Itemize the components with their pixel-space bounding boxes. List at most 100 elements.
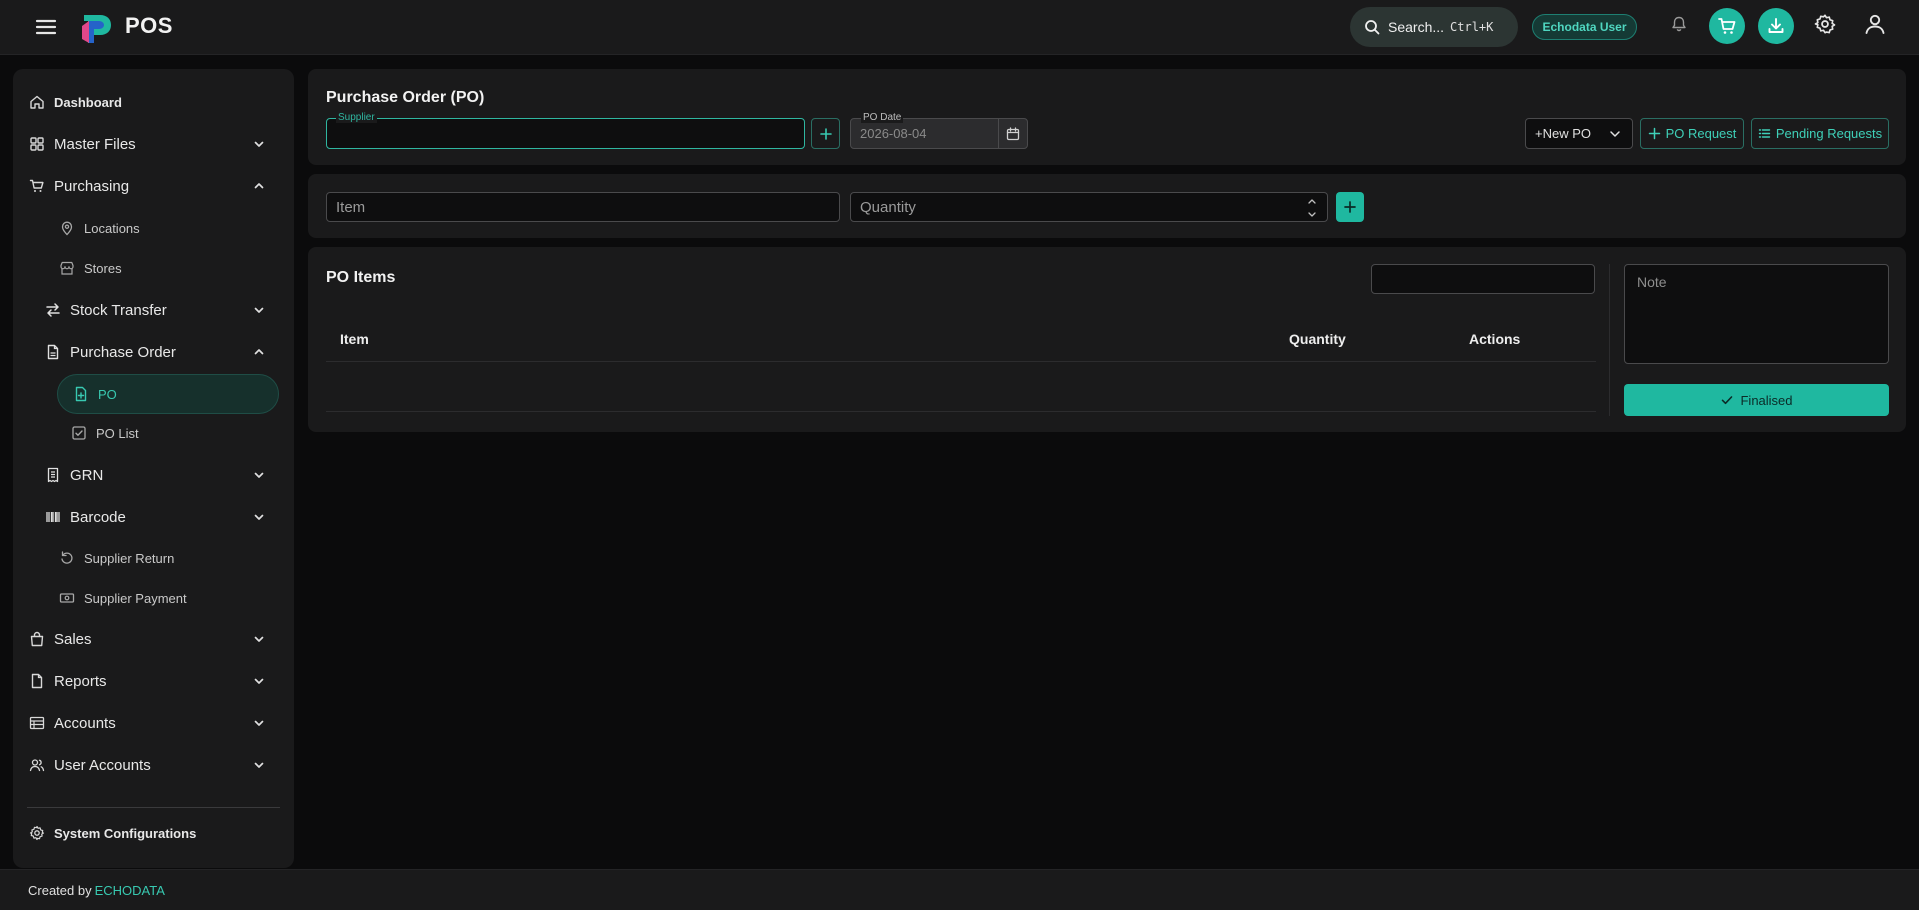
footer-brand-link[interactable]: ECHODATA (95, 883, 165, 898)
sidebar-item-barcode[interactable]: Barcode (45, 502, 266, 532)
new-po-select[interactable]: +New PO (1525, 118, 1633, 149)
plus-icon (1648, 127, 1661, 140)
sidebar-item-stores[interactable]: Stores (59, 254, 122, 282)
sidebar-item-label: GRN (70, 466, 104, 484)
footer-created-by: Created by (28, 882, 92, 898)
chevron-down-icon (252, 716, 266, 730)
download-button[interactable] (1758, 8, 1794, 44)
check-icon (1720, 393, 1734, 407)
users-icon (29, 757, 45, 773)
search-label: Search... (1388, 19, 1445, 35)
sidebar-item-label: Accounts (54, 714, 116, 732)
column-header-actions: Actions (1469, 331, 1521, 347)
sidebar-item-label: Stock Transfer (70, 301, 167, 319)
sidebar-item-sales[interactable]: Sales (29, 624, 266, 654)
sidebar-item-supplier-payment[interactable]: Supplier Payment (59, 584, 187, 612)
gear-icon (29, 825, 45, 841)
sidebar-item-label: Locations (84, 220, 140, 236)
chevron-down-icon (252, 468, 266, 482)
add-item-button[interactable] (1336, 192, 1364, 222)
stepper-icon[interactable] (1307, 196, 1317, 220)
receipt-icon (45, 467, 61, 483)
chevron-down-icon (252, 303, 266, 317)
item-input[interactable]: Item (326, 192, 840, 222)
note-textarea[interactable]: Note (1624, 264, 1889, 364)
sidebar-item-reports[interactable]: Reports (29, 666, 266, 696)
po-request-button[interactable]: PO Request (1640, 118, 1744, 149)
panel-divider (1609, 264, 1610, 416)
pending-requests-button[interactable]: Pending Requests (1751, 118, 1889, 149)
file-icon (29, 673, 45, 689)
global-search[interactable]: Search... Ctrl+K (1350, 7, 1518, 47)
sidebar-item-supplier-return[interactable]: Supplier Return (59, 544, 174, 572)
note-placeholder: Note (1637, 274, 1667, 290)
bell-icon[interactable] (1670, 15, 1688, 33)
ledger-icon (29, 715, 45, 731)
sidebar-item-grn[interactable]: GRN (45, 460, 266, 490)
po-date-label: PO Date (861, 112, 904, 123)
table-header-divider (326, 361, 1596, 362)
map-pin-icon (59, 220, 75, 236)
chevron-up-icon (252, 179, 266, 193)
chevron-down-icon (252, 632, 266, 646)
checkbox-icon (71, 425, 87, 441)
gear-icon[interactable] (1814, 13, 1836, 35)
sidebar-item-po[interactable]: PO (73, 380, 117, 408)
table-bottom-divider (326, 411, 1596, 412)
sidebar-item-label: Supplier Payment (84, 590, 187, 606)
page-title: Purchase Order (PO) (326, 89, 485, 106)
list-icon (1758, 127, 1771, 140)
column-header-item: Item (340, 331, 369, 347)
chevron-down-icon (252, 758, 266, 772)
po-header-card (308, 69, 1906, 165)
barcode-icon (45, 509, 61, 525)
pending-requests-label: Pending Requests (1775, 126, 1883, 141)
chevron-up-icon (252, 345, 266, 359)
pos-logo-icon (80, 12, 114, 44)
grid-icon (29, 136, 45, 152)
chevron-down-icon (252, 674, 266, 688)
sidebar-item-label: PO List (96, 425, 139, 441)
sidebar-item-po-list[interactable]: PO List (71, 419, 139, 447)
supplier-label: Supplier (336, 112, 377, 123)
transfer-icon (45, 302, 61, 318)
chevron-down-icon (252, 510, 266, 524)
quantity-placeholder: Quantity (860, 198, 916, 216)
cart-icon (29, 178, 45, 194)
column-header-quantity: Quantity (1289, 331, 1346, 347)
sidebar-item-dashboard[interactable]: Dashboard (29, 87, 122, 117)
po-request-label: PO Request (1665, 126, 1737, 141)
chevron-down-icon (1608, 127, 1622, 141)
po-items-search-input[interactable] (1371, 264, 1595, 294)
sidebar-item-label: Stores (84, 260, 122, 276)
user-icon[interactable] (1863, 12, 1887, 36)
quantity-input[interactable]: Quantity (850, 192, 1328, 222)
sidebar-item-locations[interactable]: Locations (59, 214, 140, 242)
sidebar-item-purchase-order[interactable]: Purchase Order (45, 337, 266, 367)
sidebar-item-system-configurations[interactable]: System Configurations (29, 818, 196, 848)
sidebar-item-label: Purchase Order (70, 343, 176, 361)
store-icon (59, 260, 75, 276)
sidebar-divider (27, 807, 280, 808)
sidebar-item-label: Sales (54, 630, 92, 648)
plus-icon (819, 127, 833, 141)
new-po-label: +New PO (1535, 126, 1591, 141)
sidebar-item-accounts[interactable]: Accounts (29, 708, 266, 738)
download-icon (1766, 16, 1786, 36)
add-supplier-button[interactable] (811, 118, 840, 149)
sidebar-item-label: Master Files (54, 135, 136, 153)
menu-icon[interactable] (34, 15, 58, 39)
sidebar-item-label: Dashboard (54, 94, 122, 110)
calendar-icon[interactable] (998, 119, 1027, 148)
sidebar-item-purchasing[interactable]: Purchasing (29, 171, 266, 201)
sidebar-item-user-accounts[interactable]: User Accounts (29, 750, 266, 780)
supplier-field[interactable] (326, 118, 805, 149)
cart-button[interactable] (1709, 8, 1745, 44)
sidebar-item-stock-transfer[interactable]: Stock Transfer (45, 295, 266, 325)
sidebar-item-master-files[interactable]: Master Files (29, 129, 266, 159)
item-placeholder: Item (336, 198, 366, 216)
finalised-button[interactable]: Finalised (1624, 384, 1889, 416)
user-badge[interactable]: Echodata User (1532, 14, 1637, 40)
plus-icon (1343, 200, 1357, 214)
search-icon (1364, 19, 1380, 35)
